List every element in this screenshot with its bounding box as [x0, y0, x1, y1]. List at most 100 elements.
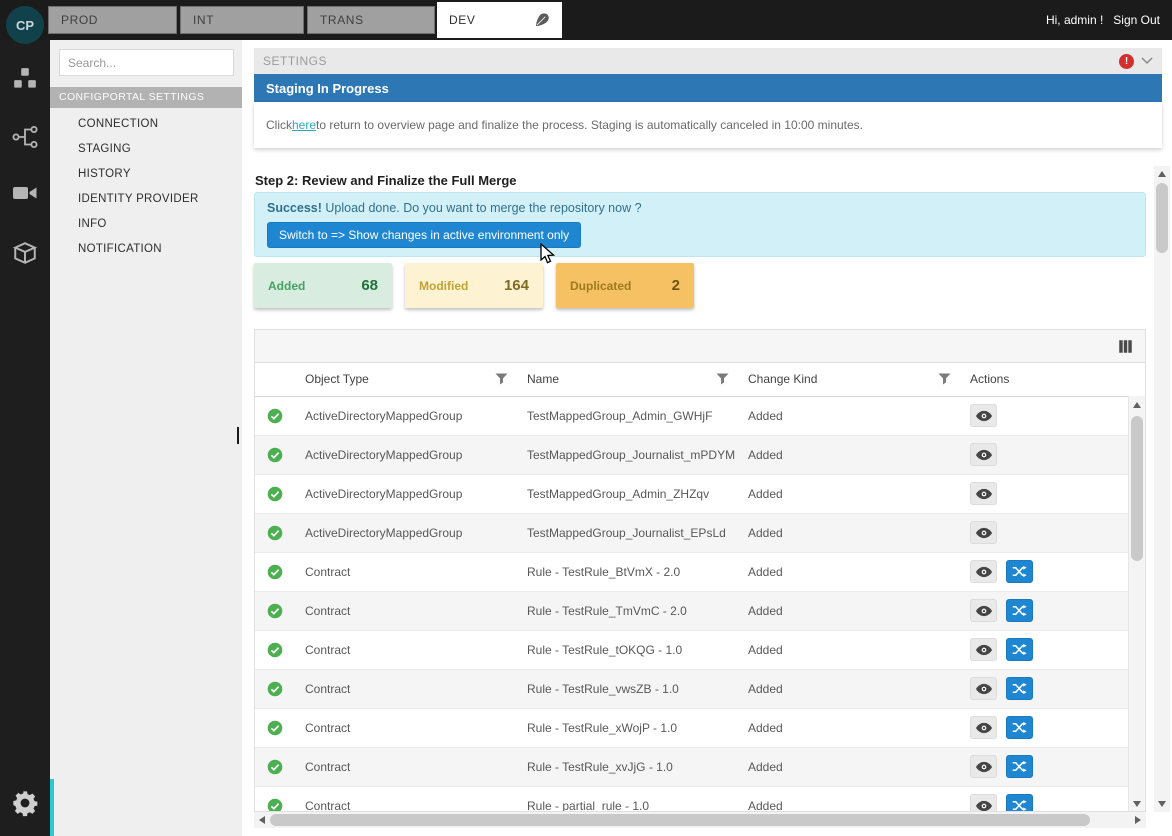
- table-row[interactable]: ActiveDirectoryMappedGroup TestMappedGro…: [255, 435, 1130, 474]
- view-button[interactable]: [970, 794, 997, 812]
- panel-scrollbar[interactable]: [1154, 166, 1170, 812]
- cell-change-kind: Added: [738, 708, 960, 747]
- panel-scrollbar-thumb[interactable]: [1156, 183, 1168, 253]
- table-row[interactable]: Contract Rule - TestRule_BtVmX - 2.0 Add…: [255, 552, 1130, 591]
- diff-button[interactable]: [1006, 794, 1033, 812]
- env-tab-dev[interactable]: DEV: [437, 2, 562, 38]
- cell-change-kind: Added: [738, 786, 960, 812]
- env-tab-int[interactable]: INT: [180, 6, 304, 34]
- sidebar-items: CONNECTION STAGING HISTORY IDENTITY PROV…: [50, 112, 242, 262]
- success-check-icon: [267, 447, 283, 463]
- sidebar-section-header: CONFIGPORTAL SETTINGS: [50, 87, 242, 108]
- filter-icon[interactable]: [495, 373, 508, 388]
- env-tab-prod[interactable]: PROD: [48, 6, 177, 34]
- success-message: Success! Upload done. Do you want to mer…: [267, 201, 1133, 215]
- filter-icon[interactable]: [716, 373, 729, 388]
- search-box: [59, 49, 234, 76]
- env-tab-trans[interactable]: TRANS: [307, 6, 435, 34]
- stat-card-added[interactable]: Added 68: [254, 263, 392, 308]
- view-button[interactable]: [970, 755, 997, 778]
- sidebar-item-connection[interactable]: CONNECTION: [50, 112, 242, 137]
- scroll-right-button[interactable]: [1130, 812, 1146, 828]
- top-bar: PROD INT TRANS DEV Hi, admin ! Sign Out: [0, 0, 1172, 40]
- cell-name: TestMappedGroup_Admin_ZHZqv: [517, 474, 738, 513]
- view-button[interactable]: [970, 560, 997, 583]
- table-row[interactable]: Contract Rule - TestRule_xWojP - 1.0 Add…: [255, 708, 1130, 747]
- view-button[interactable]: [970, 443, 997, 466]
- settings-panel-title: SETTINGS: [263, 54, 1119, 68]
- scroll-down-button[interactable]: [1129, 796, 1145, 812]
- table-row[interactable]: Contract Rule - TestRule_vwsZB - 1.0 Add…: [255, 669, 1130, 708]
- view-button[interactable]: [970, 638, 997, 661]
- sign-out-link[interactable]: Sign Out: [1113, 13, 1160, 27]
- diff-button[interactable]: [1006, 755, 1033, 778]
- success-check-icon: [267, 720, 283, 736]
- table-row[interactable]: ActiveDirectoryMappedGroup TestMappedGro…: [255, 513, 1130, 552]
- search-input[interactable]: [68, 56, 225, 70]
- cell-actions: [960, 786, 1130, 812]
- success-check-icon: [267, 564, 283, 580]
- cell-name: TestMappedGroup_Journalist_mPDYM: [517, 435, 738, 474]
- sidebar-item-info[interactable]: INFO: [50, 212, 242, 237]
- diff-button[interactable]: [1006, 560, 1033, 583]
- video-camera-icon[interactable]: [12, 182, 38, 209]
- overview-link[interactable]: here: [292, 118, 316, 132]
- horizontal-scrollbar-thumb[interactable]: [270, 814, 1090, 826]
- success-check-icon: [267, 642, 283, 658]
- filter-icon[interactable]: [938, 373, 951, 388]
- cell-actions: [960, 630, 1130, 669]
- app-logo[interactable]: CP: [6, 6, 44, 44]
- switch-view-button[interactable]: Switch to => Show changes in active envi…: [267, 222, 581, 248]
- cell-change-kind: Added: [738, 474, 960, 513]
- integration-icon[interactable]: [11, 124, 39, 155]
- table-body: ActiveDirectoryMappedGroup TestMappedGro…: [255, 396, 1130, 812]
- table-scrollbar[interactable]: [1128, 396, 1145, 812]
- diff-button[interactable]: [1006, 638, 1033, 661]
- view-button[interactable]: [970, 404, 997, 427]
- cell-name: Rule - TestRule_TmVmC - 2.0: [517, 591, 738, 630]
- view-button[interactable]: [970, 482, 997, 505]
- text-cursor: [237, 427, 239, 444]
- table-row[interactable]: Contract Rule - partial_rule - 1.0 Added: [255, 786, 1130, 812]
- table-header-row: Object Type Name Change Ki: [255, 363, 1130, 396]
- settings-gear-icon[interactable]: [11, 789, 39, 822]
- scroll-up-button[interactable]: [1154, 166, 1170, 182]
- diff-button[interactable]: [1006, 599, 1033, 622]
- sidebar-item-identity-provider[interactable]: IDENTITY PROVIDER: [50, 187, 242, 212]
- diff-button[interactable]: [1006, 677, 1033, 700]
- scroll-left-button[interactable]: [254, 812, 270, 828]
- sidebar-item-history[interactable]: HISTORY: [50, 162, 242, 187]
- cell-object-type: Contract: [295, 552, 517, 591]
- scroll-up-button[interactable]: [1129, 397, 1145, 413]
- settings-panel-header[interactable]: SETTINGS !: [254, 48, 1162, 74]
- table-scrollbar-thumb[interactable]: [1131, 416, 1143, 561]
- stat-value: 2: [672, 277, 680, 294]
- cell-change-kind: Added: [738, 552, 960, 591]
- diff-button[interactable]: [1006, 716, 1033, 739]
- table-row[interactable]: ActiveDirectoryMappedGroup TestMappedGro…: [255, 396, 1130, 435]
- table-row[interactable]: Contract Rule - TestRule_tOKQG - 1.0 Add…: [255, 630, 1130, 669]
- stat-card-modified[interactable]: Modified 164: [405, 263, 543, 308]
- modules-icon[interactable]: [12, 66, 38, 97]
- scroll-down-button[interactable]: [1154, 796, 1170, 812]
- stat-card-duplicated[interactable]: Duplicated 2: [556, 263, 694, 308]
- cell-name: Rule - TestRule_tOKQG - 1.0: [517, 630, 738, 669]
- view-button[interactable]: [970, 599, 997, 622]
- repository-icon[interactable]: [12, 240, 38, 271]
- chevron-down-icon[interactable]: [1141, 57, 1153, 65]
- cell-change-kind: Added: [738, 591, 960, 630]
- success-title: Success!: [267, 201, 322, 215]
- horizontal-scrollbar[interactable]: [254, 812, 1146, 828]
- sidebar-item-staging[interactable]: STAGING: [50, 137, 242, 162]
- view-button[interactable]: [970, 521, 997, 544]
- sidebar-item-notification[interactable]: NOTIFICATION: [50, 237, 242, 262]
- alert-icon[interactable]: !: [1119, 54, 1134, 69]
- column-chooser-icon[interactable]: [1118, 339, 1133, 354]
- view-button[interactable]: [970, 716, 997, 739]
- table-row[interactable]: ActiveDirectoryMappedGroup TestMappedGro…: [255, 474, 1130, 513]
- view-button[interactable]: [970, 677, 997, 700]
- cell-change-kind: Added: [738, 396, 960, 435]
- table-row[interactable]: Contract Rule - TestRule_xvJjG - 1.0 Add…: [255, 747, 1130, 786]
- table-row[interactable]: Contract Rule - TestRule_TmVmC - 2.0 Add…: [255, 591, 1130, 630]
- cell-actions: [960, 669, 1130, 708]
